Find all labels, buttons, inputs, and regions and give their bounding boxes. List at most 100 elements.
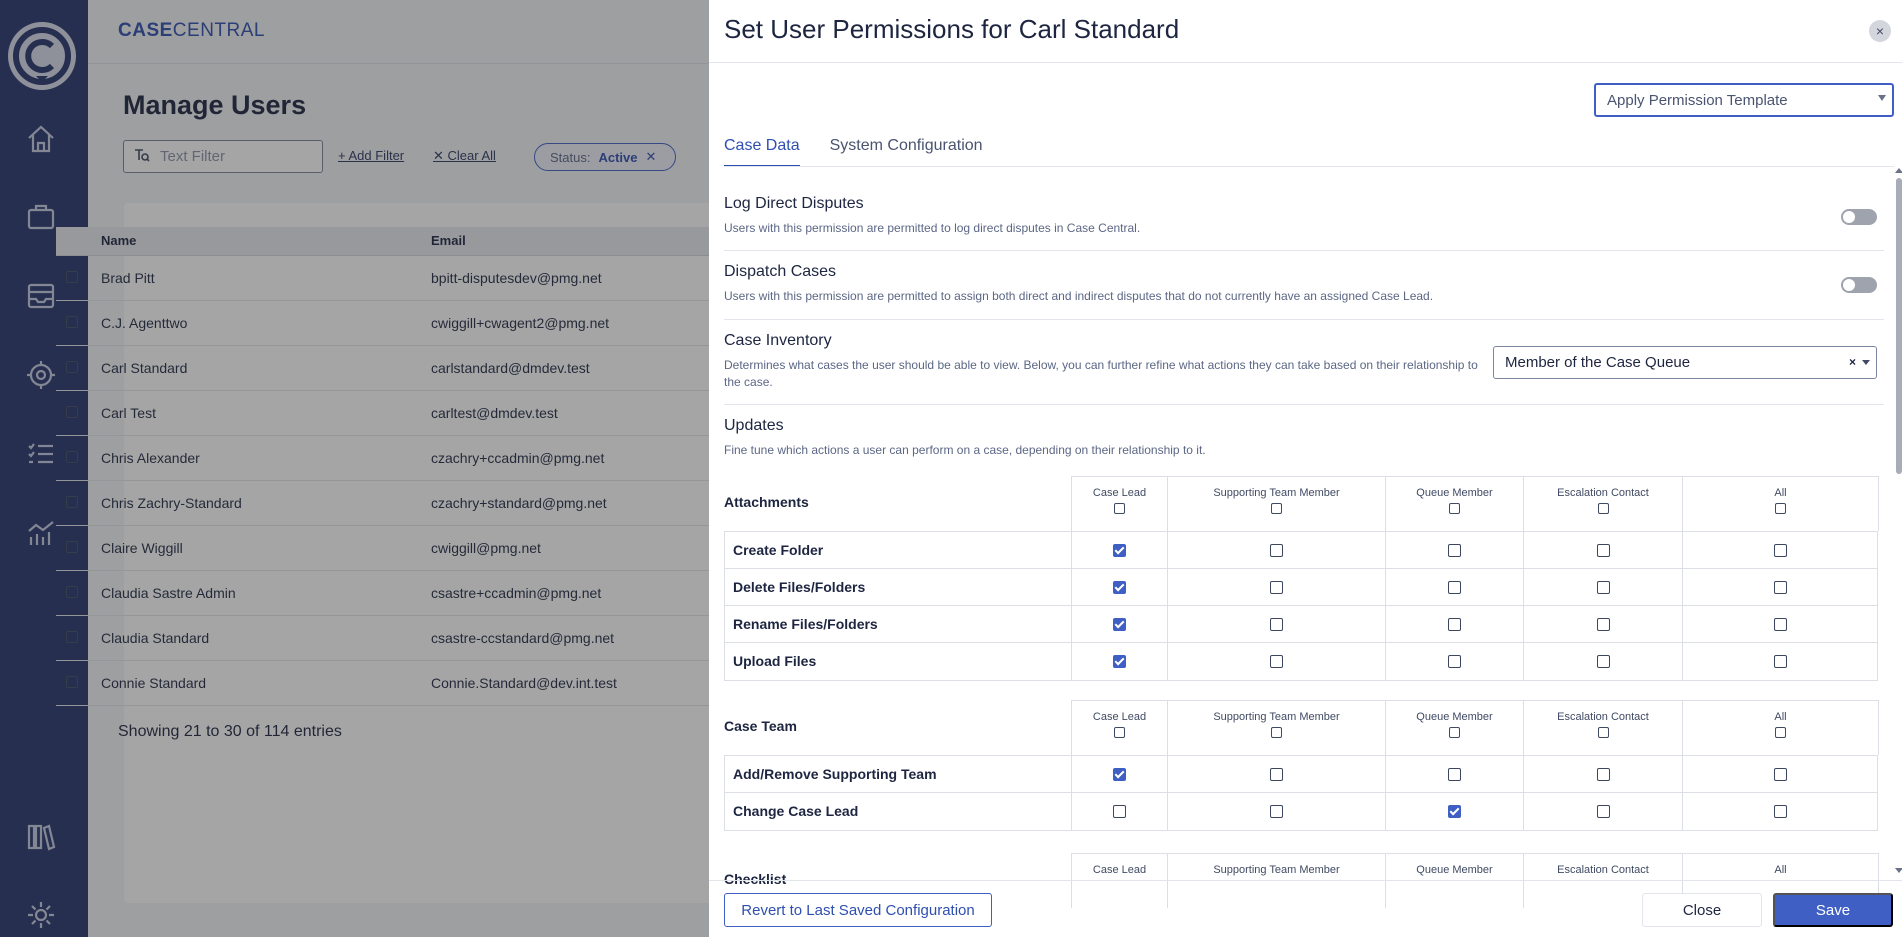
all-checkbox[interactable] <box>1774 544 1787 557</box>
column-header-queue-member: Queue Member <box>1385 700 1524 755</box>
grid-divider <box>1071 793 1072 830</box>
grid-divider <box>1167 569 1168 605</box>
clear-selection-icon[interactable]: × <box>1849 355 1856 369</box>
column-header-label: Supporting Team Member <box>1213 864 1340 876</box>
column-header-all: All <box>1682 476 1879 531</box>
escalation-contact-checkbox[interactable] <box>1596 768 1610 781</box>
select-column-checkbox[interactable] <box>1449 727 1460 738</box>
grid-divider <box>1682 606 1683 642</box>
escalation-contact-checkbox[interactable] <box>1596 655 1610 668</box>
log-direct-disputes-desc: Users with this permission are permitted… <box>724 221 1141 235</box>
all-checkbox[interactable] <box>1774 768 1787 781</box>
column-header-case-lead: Case Lead <box>1071 700 1168 755</box>
grid-divider <box>1071 569 1072 605</box>
select-column-checkbox[interactable] <box>1114 503 1125 514</box>
all-checkbox[interactable] <box>1774 618 1787 631</box>
scroll-down-arrow[interactable] <box>1895 868 1902 873</box>
permission-row-upload-files: Upload Files <box>725 643 1877 680</box>
column-header-escalation-contact: Escalation Contact <box>1523 476 1683 531</box>
permission-tabs: Case Data System Configuration <box>724 137 983 167</box>
supporting-team-member-checkbox[interactable] <box>1270 581 1283 594</box>
grid-divider <box>1385 532 1386 568</box>
select-column-checkbox[interactable] <box>1271 503 1282 514</box>
escalation-contact-checkbox[interactable] <box>1596 805 1610 818</box>
close-button[interactable]: Close <box>1642 893 1762 927</box>
dispatch-cases-toggle[interactable] <box>1841 277 1877 293</box>
column-header-label: Escalation Contact <box>1557 487 1649 499</box>
grid-body: Add/Remove Supporting Team Change Case Le… <box>724 755 1878 831</box>
grid-divider <box>1682 756 1683 792</box>
grid-divider <box>1385 569 1386 605</box>
select-column-checkbox[interactable] <box>1597 727 1609 738</box>
supporting-team-member-checkbox[interactable] <box>1270 544 1283 557</box>
grid-divider <box>1523 569 1524 605</box>
all-checkbox[interactable] <box>1774 581 1787 594</box>
case-lead-checkbox[interactable] <box>1113 618 1126 631</box>
case-inventory-select[interactable]: Member of the Case Queue × <box>1493 346 1877 379</box>
case-lead-checkbox[interactable] <box>1113 768 1126 781</box>
case-lead-checkbox[interactable] <box>1113 655 1126 668</box>
case-inventory-section: Case Inventory Determines what cases the… <box>724 332 1484 391</box>
column-header-queue-member: Queue Member <box>1385 476 1524 531</box>
select-column-checkbox[interactable] <box>1114 727 1125 738</box>
permission-template-select[interactable]: Apply Permission Template <box>1594 83 1894 117</box>
tab-case-data[interactable]: Case Data <box>724 137 800 167</box>
title-divider <box>709 62 1902 63</box>
column-header-label: Case Lead <box>1092 487 1147 499</box>
grid-divider <box>1682 793 1683 830</box>
supporting-team-member-checkbox[interactable] <box>1270 618 1283 631</box>
select-column-checkbox[interactable] <box>1271 727 1282 738</box>
revert-configuration-button[interactable]: Revert to Last Saved Configuration <box>724 893 992 927</box>
queue-member-checkbox[interactable] <box>1448 805 1461 818</box>
grid-divider <box>1523 606 1524 642</box>
section-divider <box>724 319 1884 320</box>
select-column-checkbox[interactable] <box>1775 503 1786 514</box>
permission-row-create-folder: Create Folder <box>725 532 1877 569</box>
all-checkbox[interactable] <box>1774 805 1787 818</box>
escalation-contact-checkbox[interactable] <box>1596 581 1610 594</box>
select-column-checkbox[interactable] <box>1775 727 1786 738</box>
escalation-contact-checkbox[interactable] <box>1596 618 1610 631</box>
chevron-down-icon <box>1862 360 1870 365</box>
select-column-checkbox[interactable] <box>1449 503 1460 514</box>
grid-divider <box>1682 569 1683 605</box>
tabs-divider <box>724 166 1894 167</box>
grid-section-title: Attachments <box>724 494 809 510</box>
log-direct-disputes-toggle[interactable] <box>1841 209 1877 225</box>
column-header-label: Supporting Team Member <box>1213 487 1340 499</box>
drawer-title: Set User Permissions for Carl Standard <box>724 14 1180 44</box>
updates-title: Updates <box>724 417 784 434</box>
supporting-team-member-checkbox[interactable] <box>1270 655 1283 668</box>
queue-member-checkbox[interactable] <box>1448 768 1461 781</box>
case-lead-checkbox[interactable] <box>1113 805 1126 818</box>
grid-section-title: Case Team <box>724 718 797 734</box>
scroll-up-arrow[interactable] <box>1895 168 1902 173</box>
queue-member-checkbox[interactable] <box>1448 618 1461 631</box>
save-button[interactable]: Save <box>1773 893 1893 927</box>
select-column-checkbox[interactable] <box>1597 503 1609 514</box>
permission-row-label: Create Folder <box>733 542 824 558</box>
permission-row-delete-files-folders: Delete Files/Folders <box>725 569 1877 606</box>
case-lead-checkbox[interactable] <box>1113 544 1126 557</box>
permission-row-label: Rename Files/Folders <box>733 616 878 632</box>
grid-divider <box>1523 532 1524 568</box>
supporting-team-member-checkbox[interactable] <box>1270 768 1283 781</box>
column-header-label: Queue Member <box>1416 487 1493 499</box>
queue-member-checkbox[interactable] <box>1448 655 1461 668</box>
case-lead-checkbox[interactable] <box>1113 581 1126 594</box>
all-checkbox[interactable] <box>1774 655 1787 668</box>
supporting-team-member-checkbox[interactable] <box>1270 805 1283 818</box>
escalation-contact-checkbox[interactable] <box>1596 544 1610 557</box>
close-icon[interactable]: × <box>1869 20 1891 42</box>
tab-system-configuration[interactable]: System Configuration <box>830 137 983 167</box>
case-inventory-value: Member of the Case Queue <box>1505 354 1691 371</box>
log-direct-disputes-section: Log Direct Disputes Users with this perm… <box>724 195 1884 237</box>
grid-divider <box>1167 606 1168 642</box>
grid-divider <box>1167 756 1168 792</box>
scrollbar-thumb[interactable] <box>1896 178 1902 474</box>
grid-divider <box>1385 606 1386 642</box>
queue-member-checkbox[interactable] <box>1448 581 1461 594</box>
queue-member-checkbox[interactable] <box>1448 544 1461 557</box>
grid-divider <box>1523 793 1524 830</box>
column-header-label: Escalation Contact <box>1557 864 1649 876</box>
